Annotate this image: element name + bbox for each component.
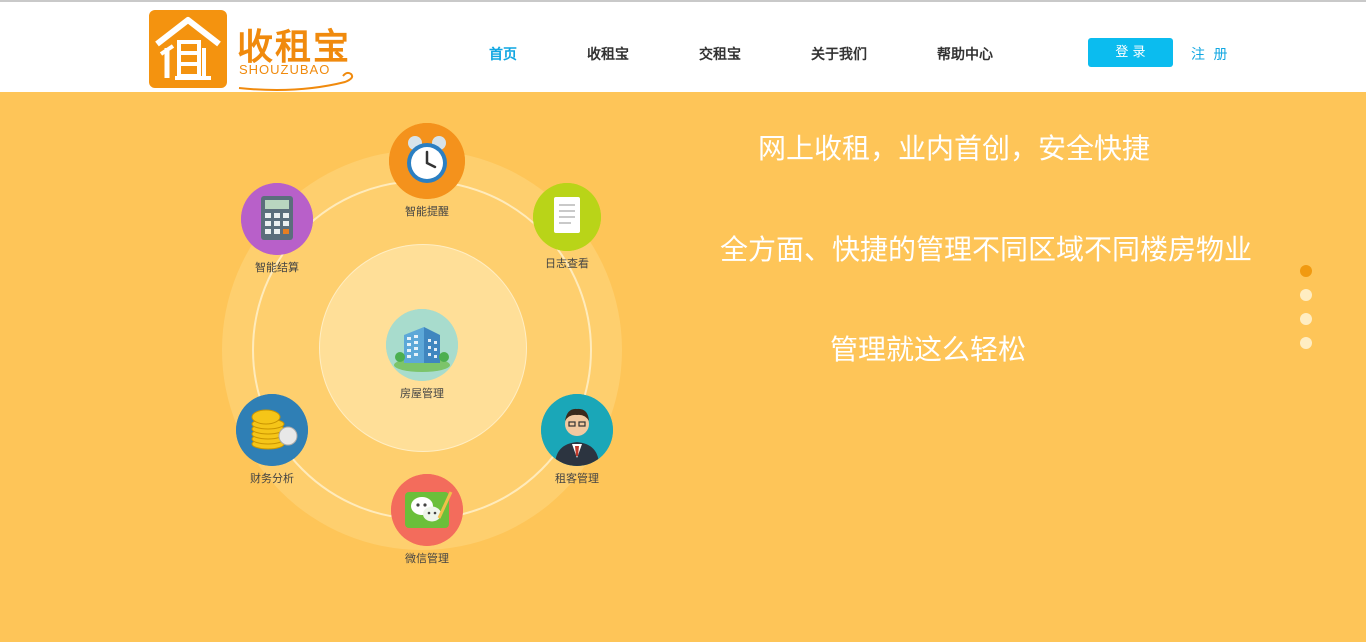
- tagline-3: 管理就这么轻松: [830, 333, 1027, 366]
- feature-wechat-management[interactable]: 微信管理: [377, 474, 477, 566]
- nav-item-help[interactable]: 帮助中心: [937, 44, 993, 64]
- building-icon: [386, 309, 458, 381]
- feature-label: 微信管理: [405, 552, 449, 565]
- wechat-icon: [391, 474, 463, 546]
- coins-icon: [236, 394, 308, 466]
- login-button[interactable]: 登 录: [1088, 38, 1173, 67]
- businessman-icon: [541, 394, 613, 466]
- calculator-icon: [241, 183, 313, 255]
- site-header: 收租宝 SHOUZUBAO 首页 收租宝 交租宝 关于我们 帮助中心 登 录 注…: [0, 2, 1366, 92]
- slider-dot-2[interactable]: [1300, 289, 1312, 301]
- house-logo-icon: [149, 10, 227, 88]
- logo-swoosh-icon: [238, 71, 354, 91]
- feature-label: 租客管理: [555, 472, 599, 485]
- feature-label: 房屋管理: [400, 387, 444, 400]
- slider-dot-1[interactable]: [1300, 265, 1312, 277]
- feature-smart-settlement[interactable]: 智能结算: [227, 183, 327, 275]
- tagline-2: 全方面、快捷的管理不同区域不同楼房物业: [720, 233, 1253, 266]
- brand-logo[interactable]: 收租宝 SHOUZUBAO: [149, 10, 359, 92]
- alarm-clock-icon: [389, 123, 465, 199]
- notepad-icon: [533, 183, 601, 251]
- feature-smart-reminder[interactable]: 智能提醒: [377, 123, 477, 219]
- slider-dot-4[interactable]: [1300, 337, 1312, 349]
- slider-dot-3[interactable]: [1300, 313, 1312, 325]
- feature-label: 智能提醒: [405, 205, 449, 218]
- feature-house-management[interactable]: 房屋管理: [372, 309, 472, 401]
- nav-item-jiaozubao[interactable]: 交租宝: [699, 44, 741, 64]
- nav-item-home[interactable]: 首页: [489, 44, 517, 64]
- feature-finance-analysis[interactable]: 财务分析: [222, 394, 322, 486]
- feature-log-view[interactable]: 日志查看: [517, 183, 617, 271]
- nav-item-shouzubao[interactable]: 收租宝: [587, 44, 629, 64]
- tagline-1: 网上收租，业内首创，安全快捷: [758, 132, 1151, 165]
- hero-banner: [0, 92, 1366, 642]
- feature-label: 日志查看: [545, 257, 589, 270]
- nav-item-about[interactable]: 关于我们: [811, 44, 867, 64]
- feature-label: 智能结算: [255, 261, 299, 274]
- feature-label: 财务分析: [250, 472, 294, 485]
- register-link[interactable]: 注 册: [1191, 44, 1229, 64]
- slider-pagination: [1300, 265, 1313, 361]
- feature-tenant-management[interactable]: 租客管理: [527, 394, 627, 486]
